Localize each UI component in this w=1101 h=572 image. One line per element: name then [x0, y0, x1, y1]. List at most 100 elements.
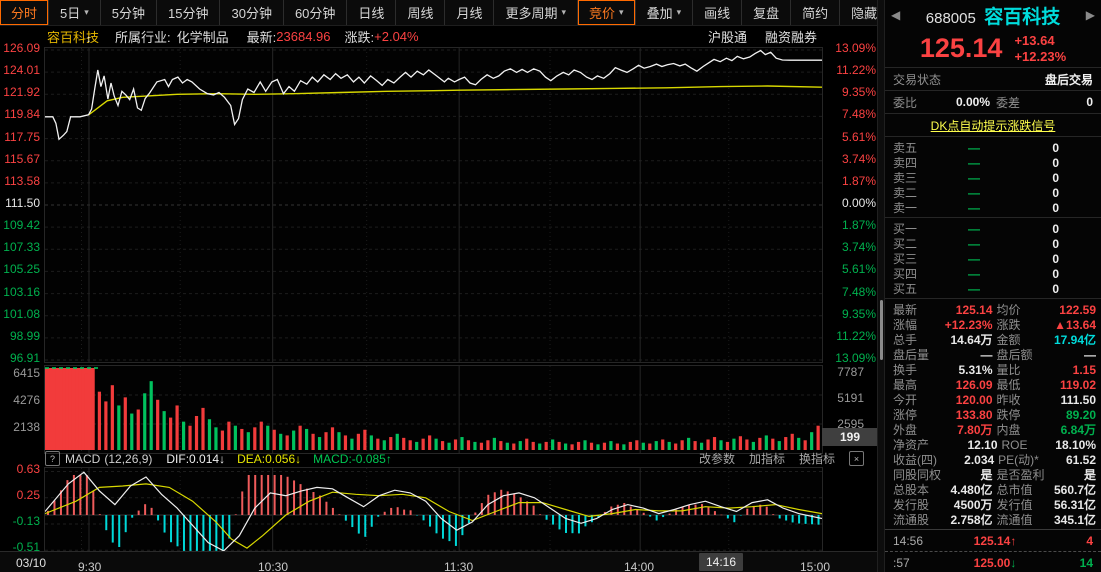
prev-stock-icon[interactable]: ◀ [891, 8, 900, 22]
tool-复盘[interactable]: 复盘 [742, 0, 792, 25]
indicator-header: ? MACD (12,26,9) DIF: 0.014 ↓ DEA: 0.056… [45, 450, 878, 467]
price-tick-label: 117.75 [4, 129, 40, 144]
tick-time: 14:56 [893, 533, 924, 548]
tick-volume: 4 [1086, 533, 1093, 548]
indicator-actions: 改参数 加指标 换指标 × [699, 450, 878, 467]
stat-row: 净资产 12.10 ROE 18.10% [885, 437, 1101, 453]
tick-price: 125.14↑ [973, 533, 1017, 548]
trade-status-row: 交易状态 盘后交易 [885, 68, 1101, 91]
price-tick-label: 107.33 [3, 240, 40, 255]
tab-日线[interactable]: 日线 [347, 0, 397, 25]
ask-level-row: 卖五 —0 [885, 140, 1101, 156]
hgt-tag[interactable]: 沪股通 [708, 27, 747, 46]
pct-tick-label: 0.00% [841, 196, 876, 210]
tab-5日[interactable]: 5日 ▾ [49, 0, 101, 25]
stat-row: 盘后量 — 盘后额 — [885, 347, 1101, 363]
bid-level-volume: 0 [1052, 266, 1059, 281]
ask-level-row: 卖二 —0 [885, 185, 1101, 201]
help-icon[interactable]: ? [45, 451, 60, 466]
next-stock-icon[interactable]: ▶ [1086, 8, 1095, 22]
bid-level-row: 买五 — 0 [885, 281, 1101, 297]
tick-list[interactable]: 14:56125.14↑4:57125.00↓1414:57125.14↑98 [885, 530, 1101, 572]
caret-icon: ▾ [676, 7, 682, 17]
ask-level-row: 卖四 —0 [885, 155, 1101, 171]
stock-name-label: 容百科技 [47, 29, 100, 45]
add-indicator-button[interactable]: 加指标 [749, 450, 785, 467]
dif-label: DIF: [166, 451, 190, 466]
caret-icon: ▾ [84, 7, 89, 17]
tab-月线[interactable]: 月线 [445, 0, 495, 25]
dea-arrow-icon: ↓ [295, 451, 302, 466]
tick-time: :57 [893, 555, 910, 570]
stat-row: 发行股 4500万 发行值 56.31亿 [885, 497, 1101, 512]
industry-value[interactable]: 化学制品 [177, 27, 229, 46]
trade-status-value: 盘后交易 [1044, 72, 1093, 87]
stat-value: 133.80 [955, 407, 993, 422]
pct-tick-label: 11.22% [836, 328, 876, 343]
ask-level-volume: 0 [1052, 170, 1059, 185]
bid-level-volume: 0 [1052, 251, 1059, 266]
tab-60分钟[interactable]: 60分钟 [284, 0, 348, 25]
resize-arrow-icon[interactable]: ↕ [86, 34, 91, 45]
price-tick-label: 111.50 [5, 196, 40, 210]
bid-level-row: 买二 —0 [885, 236, 1101, 252]
stat-value: 345.1亿 [1053, 513, 1096, 527]
caret-icon: ▾ [561, 7, 567, 17]
tab-分时[interactable]: 分时 [0, 0, 50, 25]
price-tick-label: 115.67 [4, 151, 40, 166]
tool-画线[interactable]: 画线 [693, 0, 743, 25]
pct-tick-label: 7.48% [841, 107, 876, 122]
dk-signal-row: DK点自动提示涨跌信号 [885, 114, 1101, 137]
time-highlight-badge: 14:16 [699, 553, 744, 571]
weibi-row: 委比 0.00% 委差 0 [885, 91, 1101, 114]
tick-row: :57 125.00↓ 14 [885, 552, 1101, 572]
panel-scrollbar[interactable] [877, 0, 885, 572]
ask-level-price: — [968, 140, 980, 155]
indicator-name[interactable]: MACD [65, 452, 100, 466]
stat-value: 2.758亿 [950, 513, 993, 527]
tool-叠加[interactable]: 叠加 ▾ [636, 0, 694, 25]
bid-level-row: 买一 —0 [885, 221, 1101, 237]
volume-tick-label: 6415 [13, 366, 40, 380]
price-tick-label: 126.09 [3, 41, 40, 55]
volume-pane[interactable] [44, 365, 823, 454]
ask-level-price: — [968, 200, 980, 215]
stat-value: 1.15 [1072, 362, 1096, 377]
quote-header: ◀ 688005 容百科技 ▶ [885, 0, 1101, 30]
industry-label: 所属行业: [115, 29, 171, 45]
pct-tick-label: 9.35% [841, 85, 876, 100]
dif-value: 0.014 [189, 451, 220, 466]
pct-tick-label: 13.09% [835, 350, 876, 365]
switch-indicator-button[interactable]: 换指标 [799, 450, 835, 467]
tab-更多周期[interactable]: 更多周期 ▾ [494, 0, 579, 25]
stats-grid: 最新 125.14 均价 122.59 涨幅 +12.23% 涨跌 ▲13.64 总手 14.64… [885, 299, 1101, 530]
scrollbar-handle[interactable] [880, 300, 883, 360]
tool-简约[interactable]: 简约 [791, 0, 841, 25]
stat-label: ROE [1001, 437, 1028, 452]
close-indicator-icon[interactable]: × [849, 451, 864, 466]
volume-tick-label: 7787 [837, 365, 864, 379]
price-chart-pane[interactable] [44, 47, 823, 363]
pct-tick-label: 5.61% [841, 129, 876, 144]
ask-level-volume: 0 [1052, 185, 1059, 200]
macd-pane[interactable] [44, 467, 823, 553]
price-tick-label: 96.91 [9, 350, 40, 365]
change-params-button[interactable]: 改参数 [699, 450, 735, 467]
time-tick-label: 11:30 [444, 560, 474, 572]
margin-tag[interactable]: 融资融券 [765, 27, 817, 46]
date-label: 03/10 [16, 556, 47, 570]
dk-signal-link[interactable]: DK点自动提示涨跌信号 [931, 117, 1056, 134]
tab-5分钟[interactable]: 5分钟 [101, 0, 158, 25]
tab-周线[interactable]: 周线 [396, 0, 446, 25]
price-tick-label: 98.99 [9, 328, 40, 343]
stat-row: 最高 126.09 最低 119.02 [885, 377, 1101, 393]
trade-status-label: 交易状态 [893, 72, 942, 87]
pct-tick-label: 3.74% [841, 240, 876, 255]
bid-level-price: — [968, 266, 980, 281]
stat-value: 120.00 [955, 392, 993, 407]
ask-level-label: 卖一 [893, 201, 918, 215]
tab-15分钟[interactable]: 15分钟 [157, 0, 221, 25]
tool-竞价[interactable]: 竞价 ▾ [578, 0, 636, 25]
dea-label: DEA: [237, 451, 266, 466]
tab-30分钟[interactable]: 30分钟 [220, 0, 284, 25]
